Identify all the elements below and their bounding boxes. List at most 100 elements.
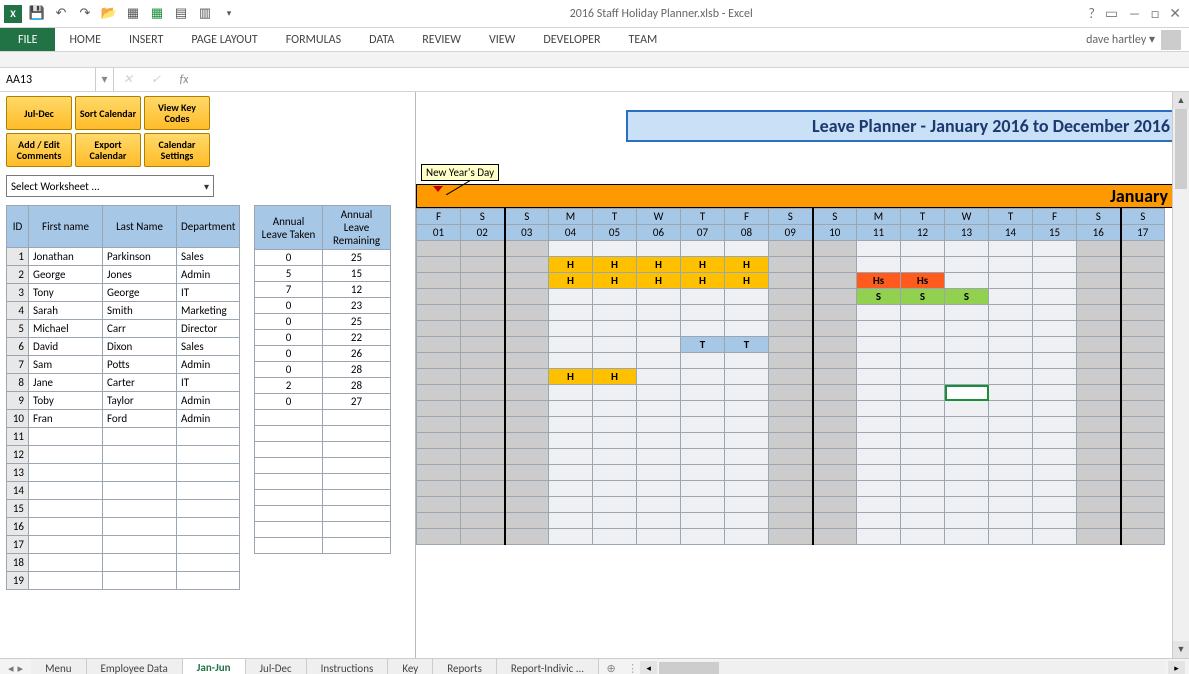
calendar-cell[interactable]: [593, 289, 637, 305]
calendar-cell[interactable]: [945, 465, 989, 481]
calendar-cell[interactable]: H: [681, 273, 725, 289]
calendar-cell[interactable]: [725, 449, 769, 465]
empty-leave-row[interactable]: [255, 506, 391, 522]
calendar-cell[interactable]: [725, 465, 769, 481]
calendar-cell[interactable]: [593, 529, 637, 545]
calendar-cell[interactable]: [725, 321, 769, 337]
calendar-cell[interactable]: [505, 321, 549, 337]
calendar-cell[interactable]: [1077, 353, 1121, 369]
calendar-cell[interactable]: [1121, 481, 1165, 497]
calendar-cell[interactable]: [549, 321, 593, 337]
calendar-cell[interactable]: [813, 481, 857, 497]
calendar-cell[interactable]: [637, 401, 681, 417]
empty-leave-row[interactable]: [255, 410, 391, 426]
calendar-cell[interactable]: [901, 337, 945, 353]
calendar-cell[interactable]: [417, 529, 461, 545]
date-header[interactable]: 17: [1121, 225, 1165, 241]
calendar-cell[interactable]: [725, 305, 769, 321]
col-department[interactable]: Department: [177, 206, 240, 248]
calendar-cell[interactable]: [593, 481, 637, 497]
calendar-cell[interactable]: [637, 305, 681, 321]
date-header[interactable]: 08: [725, 225, 769, 241]
calendar-cell[interactable]: [901, 433, 945, 449]
calendar-cell[interactable]: [769, 257, 813, 273]
date-header[interactable]: 16: [1077, 225, 1121, 241]
calendar-cell[interactable]: [989, 369, 1033, 385]
calendar-cell[interactable]: [901, 465, 945, 481]
calendar-row[interactable]: [417, 241, 1165, 257]
calendar-cell[interactable]: [989, 465, 1033, 481]
calendar-cell[interactable]: [1033, 289, 1077, 305]
calendar-cell[interactable]: [1033, 337, 1077, 353]
user-name[interactable]: dave hartley ▾: [1086, 32, 1155, 47]
calendar-row[interactable]: HHHHH: [417, 257, 1165, 273]
calendar-cell[interactable]: [417, 497, 461, 513]
calendar-cell[interactable]: [637, 289, 681, 305]
calendar-cell[interactable]: [813, 353, 857, 369]
calendar-cell[interactable]: [1077, 417, 1121, 433]
calendar-cell[interactable]: [1121, 401, 1165, 417]
calendar-cell[interactable]: [901, 497, 945, 513]
calendar-cell[interactable]: [417, 289, 461, 305]
calendar-cell[interactable]: [505, 369, 549, 385]
calendar-cell[interactable]: [901, 385, 945, 401]
ribbon-tab-review[interactable]: REVIEW: [408, 28, 475, 51]
qat-icon-5[interactable]: ▦: [124, 5, 142, 23]
calendar-cell[interactable]: [593, 497, 637, 513]
empty-row[interactable]: 17: [7, 536, 240, 554]
calendar-cell[interactable]: [1033, 433, 1077, 449]
calendar-cell[interactable]: [549, 529, 593, 545]
calendar-cell[interactable]: [1121, 305, 1165, 321]
sheet-tab-jan-jun[interactable]: Jan-Jun: [183, 659, 246, 674]
calendar-cell[interactable]: [417, 257, 461, 273]
calendar-cell[interactable]: [901, 529, 945, 545]
calendar-cell[interactable]: [725, 417, 769, 433]
calendar-cell[interactable]: [769, 481, 813, 497]
calendar-cell[interactable]: [813, 257, 857, 273]
vertical-scrollbar[interactable]: ▲ ▼: [1172, 92, 1189, 658]
employee-row[interactable]: 9TobyTaylorAdmin: [7, 392, 240, 410]
calendar-cell[interactable]: T: [725, 337, 769, 353]
calendar-cell[interactable]: [1121, 241, 1165, 257]
calendar-cell[interactable]: [901, 481, 945, 497]
employee-row[interactable]: 8JaneCarterIT: [7, 374, 240, 392]
calendar-cell[interactable]: [813, 433, 857, 449]
calendar-cell[interactable]: [901, 257, 945, 273]
dow-header[interactable]: T: [989, 209, 1033, 225]
calendar-cell[interactable]: [505, 497, 549, 513]
calendar-cell[interactable]: [417, 385, 461, 401]
calendar-cell[interactable]: [857, 449, 901, 465]
calendar-cell[interactable]: [813, 305, 857, 321]
calendar-cell[interactable]: [549, 497, 593, 513]
dow-header[interactable]: S: [769, 209, 813, 225]
calendar-cell[interactable]: H: [549, 369, 593, 385]
calendar-cell[interactable]: [505, 417, 549, 433]
calendar-cell[interactable]: [1033, 369, 1077, 385]
calendar-cell[interactable]: [725, 433, 769, 449]
empty-row[interactable]: 14: [7, 482, 240, 500]
calendar-cell[interactable]: [813, 529, 857, 545]
calendar-cell[interactable]: [945, 417, 989, 433]
calendar-cell[interactable]: Hs: [901, 273, 945, 289]
calendar-row[interactable]: [417, 401, 1165, 417]
calendar-cell[interactable]: [945, 257, 989, 273]
calendar-row[interactable]: [417, 385, 1165, 401]
calendar-row[interactable]: TT: [417, 337, 1165, 353]
calendar-cell[interactable]: [417, 433, 461, 449]
calendar-cell[interactable]: [901, 321, 945, 337]
empty-leave-row[interactable]: [255, 538, 391, 554]
calendar-cell[interactable]: [813, 321, 857, 337]
calendar-cell[interactable]: [461, 385, 505, 401]
calendar-cell[interactable]: [681, 465, 725, 481]
calendar-cell[interactable]: [593, 433, 637, 449]
calendar-cell[interactable]: [1033, 529, 1077, 545]
macro-btn-export-calendar[interactable]: Export Calendar: [75, 133, 141, 167]
calendar-cell[interactable]: [945, 337, 989, 353]
employee-row[interactable]: 5MichaelCarrDirector: [7, 320, 240, 338]
hscroll-track[interactable]: [659, 661, 1166, 674]
calendar-cell[interactable]: [989, 257, 1033, 273]
calendar-cell[interactable]: [1077, 497, 1121, 513]
calendar-cell[interactable]: [681, 417, 725, 433]
calendar-cell[interactable]: [505, 513, 549, 529]
calendar-cell[interactable]: [417, 273, 461, 289]
